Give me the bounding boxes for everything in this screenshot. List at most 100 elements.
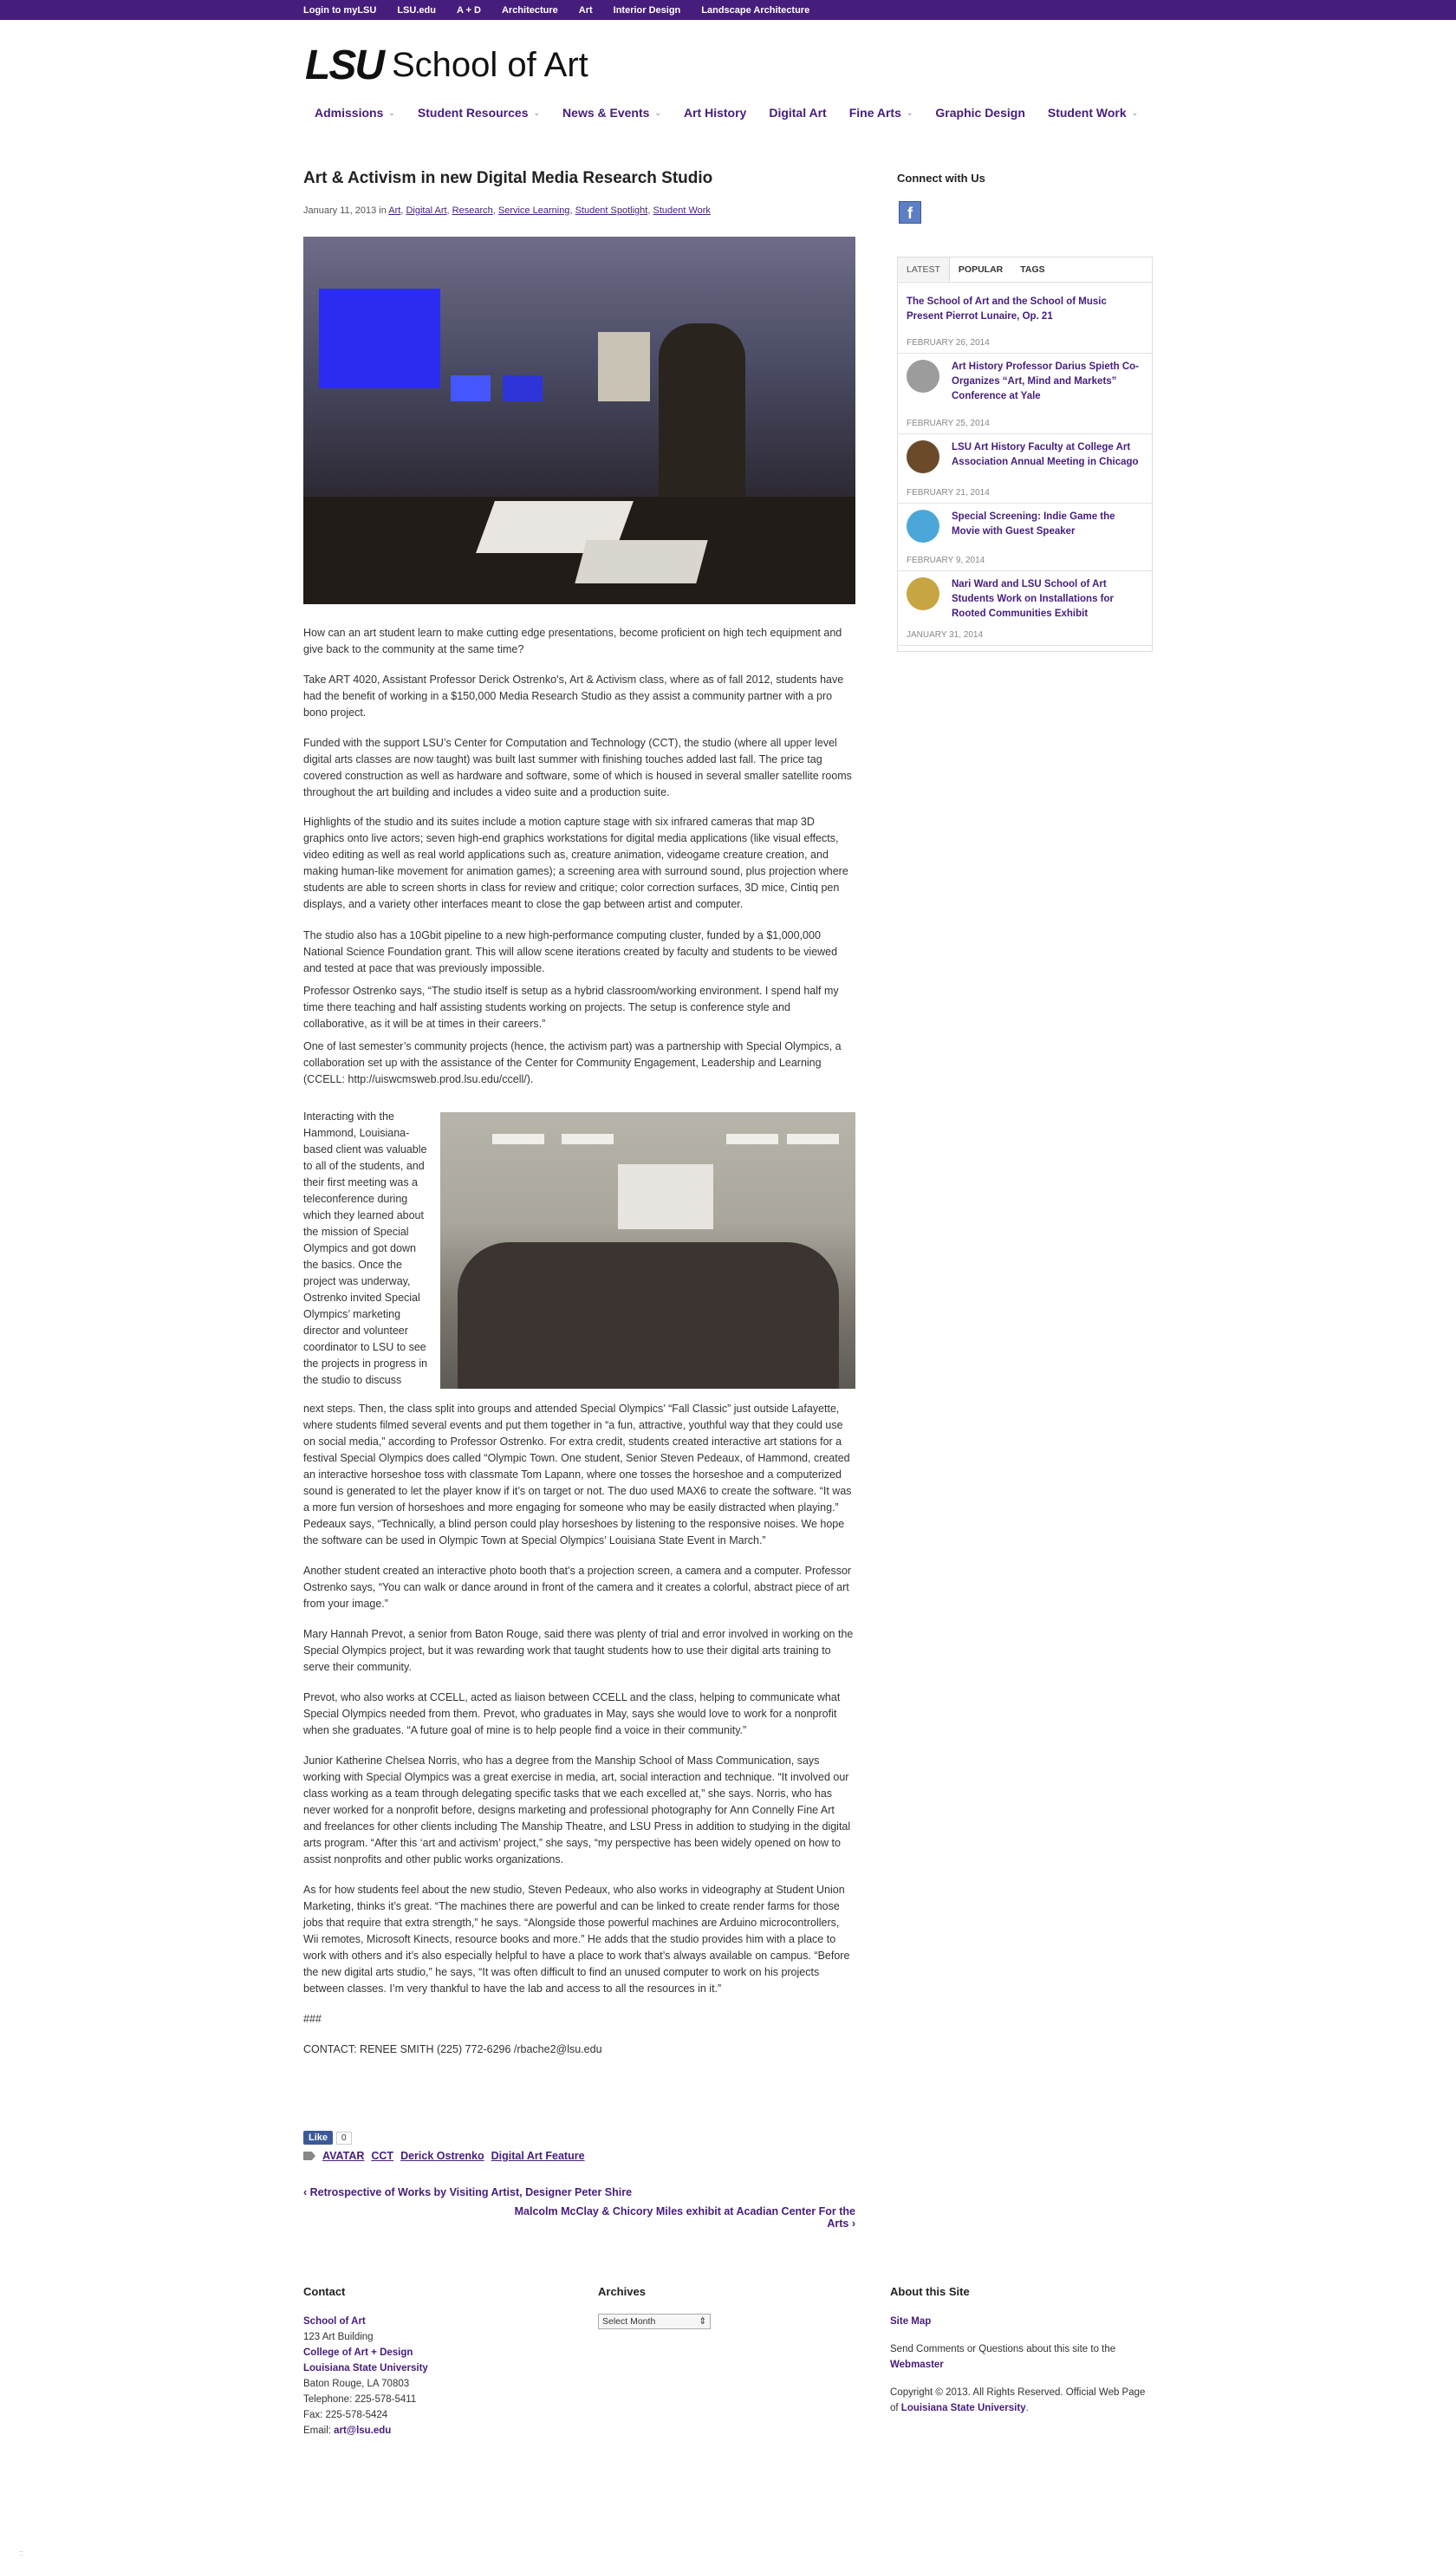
sidebar-post-title[interactable]: Art History Professor Darius Spieth Co-O… (952, 360, 1142, 404)
connect-heading: Connect with Us (897, 172, 985, 185)
post-category-link[interactable]: Student Work (653, 205, 710, 216)
article-paragraph: The studio also has a 10Gbit pipeline to… (303, 929, 838, 974)
webmaster-link[interactable]: Webmaster (890, 2360, 944, 2370)
post-thumbnail (907, 510, 939, 543)
post-category-link[interactable]: Service Learning (498, 205, 570, 216)
post-category-link[interactable]: Research (452, 205, 493, 216)
top-link[interactable]: Landscape Architecture (701, 5, 809, 16)
top-link[interactable]: Login to myLSU (303, 5, 376, 16)
top-link[interactable]: LSU.edu (397, 5, 436, 16)
site-logo[interactable]: LSU School of Art (305, 45, 588, 87)
archives-month-select[interactable]: Select Month ⇕ (598, 2314, 711, 2329)
nav-item[interactable]: Art History (684, 106, 746, 120)
sidebar-post-title[interactable]: LSU Art History Faculty at College Art A… (952, 440, 1142, 470)
post-meta-in: in (379, 205, 387, 216)
sidebar-post-item[interactable]: Special Screening: Indie Game the Movie … (898, 503, 1152, 571)
copyright-text: Copyright © 2013. All Rights Reserved. O… (890, 2387, 1146, 2413)
tab-popular[interactable]: POPULAR (950, 257, 1011, 282)
facebook-icon[interactable]: f (899, 201, 921, 224)
post-tag-link[interactable]: Digital Art Feature (491, 2150, 585, 2162)
nav-item[interactable]: Student Resources ⌄ (418, 106, 540, 120)
post-tag-link[interactable]: AVATAR (322, 2150, 364, 2162)
select-arrows-icon: ⇕ (699, 2316, 706, 2327)
featured-image-studio (303, 237, 855, 604)
footer-contact-heading: Contact (303, 2285, 346, 2298)
article-body-continued: next steps. Then, the class split into g… (303, 1401, 855, 2072)
sidebar-post-date: FEBRUARY 25, 2014 (907, 419, 990, 428)
sidebar-post-item[interactable]: LSU Art History Faculty at College Art A… (898, 433, 1152, 504)
nav-item[interactable]: Student Work ⌄ (1048, 106, 1138, 120)
article-paragraph: As for how students feel about the new s… (303, 1884, 850, 1995)
post-thumbnail (907, 360, 939, 393)
contact-email-link[interactable]: art@lsu.edu (334, 2426, 391, 2436)
contact-line: Telephone: 225-578-5411 (303, 2394, 417, 2405)
top-link[interactable]: Interior Design (614, 5, 681, 16)
site-title: School of Art (392, 46, 588, 84)
facebook-like-count: 0 (336, 2131, 352, 2145)
next-post-link[interactable]: Malcolm McClay & Chicory Miles exhibit a… (494, 2205, 855, 2230)
contact-line: Baton Rouge, LA 70803 (303, 2379, 410, 2389)
nav-item[interactable]: Admissions ⌄ (315, 106, 395, 120)
nav-item[interactable]: Digital Art (769, 106, 826, 120)
sidebar-post-item[interactable]: The School of Art and the School of Musi… (898, 288, 1152, 354)
nav-item[interactable]: Graphic Design (935, 106, 1024, 120)
contact-email-line: Email: art@lsu.edu (303, 2426, 392, 2436)
post-thumbnail (907, 440, 939, 473)
article-paragraph: Mary Hannah Prevot, a senior from Baton … (303, 1628, 854, 1673)
post-thumbnail (907, 577, 939, 610)
sidebar-post-date: FEBRUARY 9, 2014 (907, 556, 985, 565)
post-tag-link[interactable]: Derick Ostrenko (400, 2150, 484, 2162)
top-link[interactable]: A + D (457, 5, 481, 16)
chevron-down-icon: ⌄ (1131, 107, 1139, 117)
article-paragraph: Highlights of the studio and its suites … (303, 816, 848, 910)
article-paragraph: next steps. Then, the class split into g… (303, 1403, 852, 1546)
post-tag-link[interactable]: CCT (371, 2150, 393, 2162)
article-paragraph: Take ART 4020, Assistant Professor Deric… (303, 674, 844, 719)
posts-tab-widget: LATEST POPULAR TAGS The School of Art and … (897, 257, 1153, 652)
sidebar-post-title[interactable]: The School of Art and the School of Musi… (907, 295, 1142, 324)
article-paragraph: One of last semester’s community project… (303, 1040, 842, 1085)
nav-item-label: Digital Art (769, 106, 827, 120)
sidebar-post-title[interactable]: Nari Ward and LSU School of Art Students… (952, 577, 1142, 622)
contact-line[interactable]: College of Art + Design (303, 2345, 428, 2360)
sidebar-post-date: FEBRUARY 26, 2014 (907, 338, 990, 348)
post-category-link[interactable]: Art (388, 205, 400, 216)
nav-item-label: Art History (683, 106, 747, 120)
post-category-link[interactable]: Digital Art (406, 205, 446, 216)
article-paragraph-wrapped: Interacting with the Hammond, Louisiana-… (303, 1110, 428, 1386)
chevron-down-icon: ⌄ (388, 107, 395, 117)
sidebar-post-title[interactable]: Special Screening: Indie Game the Movie … (952, 510, 1142, 539)
top-link[interactable]: Art (579, 5, 593, 16)
nav-item[interactable]: News & Events ⌄ (562, 106, 661, 120)
post-category-link[interactable]: Student Spotlight (575, 205, 648, 216)
article-paragraph: How can an art student learn to make cut… (303, 627, 842, 655)
article-paragraph: ### (303, 2013, 322, 2025)
nav-item-label: Admissions (315, 106, 384, 120)
footer-archives: Archives Select Month ⇕ (598, 2285, 711, 2329)
contact-line[interactable]: Louisiana State University (303, 2360, 428, 2376)
footer-about-heading: About this Site (890, 2285, 970, 2298)
site-map-link[interactable]: Site Map (890, 2314, 1150, 2329)
top-utility-links: Login to myLSU LSU.edu A + D Architecture Ar… (303, 0, 809, 20)
corner-mark: :: (19, 2549, 24, 2557)
tab-latest[interactable]: LATEST (898, 257, 950, 282)
contact-line: 123 Art Building (303, 2332, 374, 2342)
chevron-down-icon: ⌄ (533, 107, 541, 117)
facebook-like-button[interactable]: Like (303, 2131, 334, 2145)
footer-contact: Contact School of Art 123 Art Building Col… (303, 2285, 428, 2439)
article-header: Art & Activism in new Digital Media Rese… (303, 169, 855, 216)
post-categories: Art, Digital Art, Research, Service Lear… (388, 205, 711, 216)
tab-tags[interactable]: TAGS (1011, 257, 1053, 282)
previous-post-link[interactable]: ‹ Retrospective of Works by Visiting Art… (303, 2186, 632, 2198)
nav-item[interactable]: Fine Arts ⌄ (849, 106, 913, 120)
tag-icon (303, 2152, 315, 2160)
nav-item-label: Graphic Design (935, 106, 1025, 120)
sidebar-post-item[interactable]: Art History Professor Darius Spieth Co-O… (898, 353, 1152, 434)
contact-line[interactable]: School of Art (303, 2314, 428, 2329)
university-link[interactable]: Louisiana State University (901, 2403, 1026, 2413)
post-date: January 11, 2013 (303, 205, 377, 216)
sidebar-post-item[interactable]: Nari Ward and LSU School of Art Students… (898, 570, 1152, 646)
top-link[interactable]: Architecture (502, 5, 558, 16)
footer-about: About this Site Site Map Send Comments o… (890, 2285, 1150, 2416)
nav-item-label: Fine Arts (848, 106, 901, 120)
